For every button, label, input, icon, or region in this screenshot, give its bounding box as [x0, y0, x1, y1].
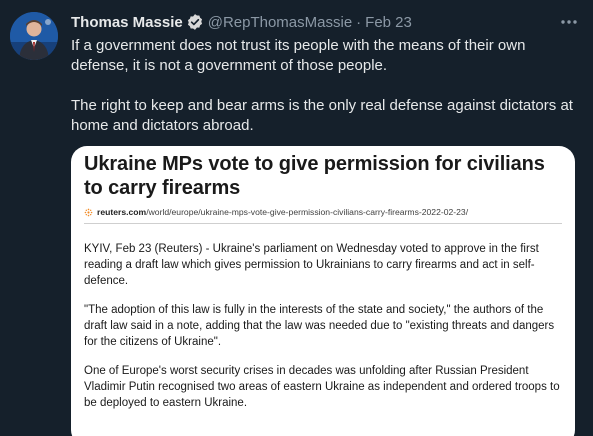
tweet-header: Thomas Massie @RepThomasMassie · Feb 23: [71, 12, 412, 32]
article-headline: Ukraine MPs vote to give permission for …: [84, 153, 545, 199]
tweet-text: If a government does not trust its peopl…: [71, 36, 581, 136]
tweet-date[interactable]: Feb 23: [365, 14, 412, 31]
attached-image-card[interactable]: Ukraine MPs vote to give permission for …: [71, 146, 575, 436]
article-url: reuters.com /world/europe/ukraine-mps-vo…: [84, 207, 468, 217]
article-paragraph: "The adoption of this law is fully in th…: [84, 304, 555, 348]
article-paragraph: One of Europe's worst security crises in…: [84, 365, 560, 409]
author-handle[interactable]: @RepThomasMassie: [208, 14, 352, 31]
avatar[interactable]: [10, 12, 58, 60]
tweet-paragraph: The right to keep and bear arms is the o…: [71, 97, 573, 134]
url-domain: reuters.com: [97, 207, 147, 217]
divider: [84, 223, 562, 224]
article-paragraph: KYIV, Feb 23 (Reuters) - Ukraine's parli…: [84, 243, 539, 287]
author-name[interactable]: Thomas Massie: [71, 14, 183, 31]
tweet-paragraph: If a government does not trust its peopl…: [71, 37, 526, 74]
ellipsis-icon[interactable]: [557, 12, 581, 32]
tweet[interactable]: Thomas Massie @RepThomasMassie · Feb 23 …: [0, 0, 593, 436]
verified-badge-icon: [186, 13, 204, 31]
reuters-logo-icon: [84, 208, 93, 217]
url-path: /world/europe/ukraine-mps-vote-give-perm…: [146, 207, 469, 217]
header-separator: ·: [356, 13, 362, 31]
article-body: KYIV, Feb 23 (Reuters) - Ukraine's parli…: [84, 241, 564, 424]
